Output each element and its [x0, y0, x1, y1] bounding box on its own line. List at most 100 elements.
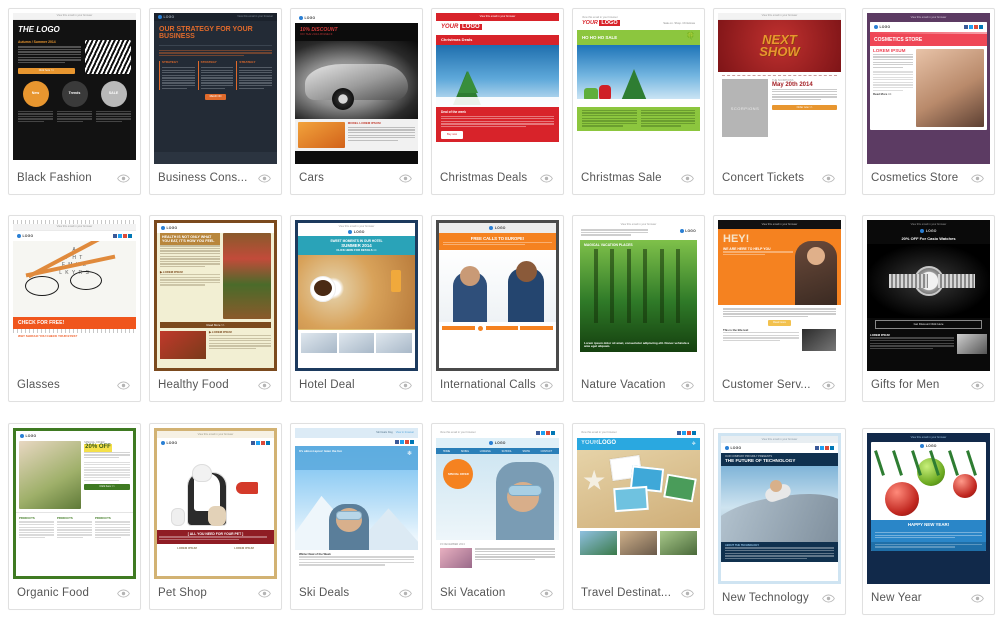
template-name-label: Ski Deals — [299, 587, 350, 599]
template-thumbnail-gifts-for-men[interactable]: View this email in your browser LOGO 20% O… — [867, 220, 990, 371]
template-name-label: Organic Food — [17, 587, 90, 599]
eye-icon[interactable] — [822, 592, 835, 605]
template-card-ski-deals[interactable]: Ski Deals blog View in browser It's almost… — [290, 423, 423, 610]
template-card-hotel-deal[interactable]: View this email in your browser LOGO SWEET… — [290, 215, 423, 402]
template-card-new-year[interactable]: View this email in your browser LOGO HAPPY… — [862, 428, 995, 615]
eye-icon[interactable] — [258, 379, 271, 392]
template-thumbnail-nature-vacation[interactable]: View this email in your browser LOGO MAGIC… — [577, 220, 700, 371]
eye-icon[interactable] — [971, 379, 984, 392]
template-thumbnail-customer-service[interactable]: View this email in your browser HEY! WE AR… — [718, 220, 841, 371]
template-card-business-consulting[interactable]: LOGO View this email in your browser OUR S… — [149, 8, 282, 195]
template-card-footer: Glasses — [9, 373, 140, 397]
template-name-label: Black Fashion — [17, 172, 92, 184]
template-name-label: Healthy Food — [158, 379, 229, 391]
template-name-label: Concert Tickets — [722, 172, 805, 184]
eye-icon[interactable] — [822, 379, 835, 392]
template-name-label: Hotel Deal — [299, 379, 355, 391]
template-card-new-technology[interactable]: View this email in your browser LOGO OUR C… — [713, 428, 846, 615]
template-thumbnail-new-technology[interactable]: View this email in your browser LOGO OUR C… — [718, 433, 841, 584]
eye-icon[interactable] — [258, 587, 271, 600]
template-name-label: New Year — [871, 592, 922, 604]
template-card-footer: Cosmetics Store — [863, 166, 994, 190]
eye-icon[interactable] — [681, 587, 694, 600]
template-thumbnail-international-calls[interactable]: LOGO FREE CALLS TO EUROPE! — [436, 220, 559, 371]
template-card-cars[interactable]: LOGO 10% DISCOUNT ON THE 2014 MODELS MODEL … — [290, 8, 423, 195]
template-card-footer: New Technology — [714, 586, 845, 610]
template-thumbnail-organic-food[interactable]: LOGO SPECIAL OFFER 20% OFF Click here >> PRO… — [13, 428, 136, 579]
template-name-label: New Technology — [722, 592, 809, 604]
template-card-christmas-sale[interactable]: View this email in your browser YOUR LOGO… — [572, 8, 705, 195]
template-thumbnail-ski-deals[interactable]: Ski Deals blog View in browser It's almost… — [295, 428, 418, 579]
template-card-footer: Cars — [291, 166, 422, 190]
eye-icon[interactable] — [540, 587, 553, 600]
template-thumbnail-new-year[interactable]: View this email in your browser LOGO HAPPY… — [867, 433, 990, 584]
template-thumbnail-business-consulting[interactable]: LOGO View this email in your browser OUR S… — [154, 13, 277, 164]
template-card-footer: Christmas Sale — [573, 166, 704, 190]
template-card-footer: Gifts for Men — [863, 373, 994, 397]
template-thumbnail-concert-tickets[interactable]: View this email in your browser NEXT SHOW S… — [718, 13, 841, 164]
template-card-international-calls[interactable]: LOGO FREE CALLS TO EUROPE! International C… — [431, 215, 564, 402]
template-thumbnail-glasses[interactable]: View this email in your browserLOGOAP H … — [13, 220, 136, 371]
template-name-label: Cars — [299, 172, 325, 184]
template-name-label: Business Cons... — [158, 172, 248, 184]
eye-icon[interactable] — [971, 172, 984, 185]
template-thumbnail-travel-destinations[interactable]: View this email in your browser YOURLOGO ✈ — [577, 428, 700, 579]
eye-icon[interactable] — [117, 587, 130, 600]
template-card-footer: Christmas Deals — [432, 166, 563, 190]
template-card-footer: New Year — [863, 586, 994, 610]
template-card-footer: Ski Deals — [291, 581, 422, 605]
template-card-footer: Organic Food — [9, 581, 140, 605]
eye-icon[interactable] — [681, 379, 694, 392]
template-card-christmas-deals[interactable]: View this email in your browser YOUR LOGO… — [431, 8, 564, 195]
template-thumbnail-hotel-deal[interactable]: View this email in your browser LOGO SWEET… — [295, 220, 418, 371]
template-thumbnail-black-fashion[interactable]: View this email in your browser THE LOGO A… — [13, 13, 136, 164]
template-card-glasses[interactable]: View this email in your browserLOGOAP H … — [8, 215, 141, 402]
template-card-customer-service[interactable]: View this email in your browser HEY! WE AR… — [713, 215, 846, 402]
template-thumbnail-cosmetics-store[interactable]: View this email in your browser LOGO COSME… — [867, 13, 990, 164]
template-thumbnail-christmas-sale[interactable]: View this email in your browser YOUR LOGO… — [577, 13, 700, 164]
template-card-concert-tickets[interactable]: View this email in your browser NEXT SHOW S… — [713, 8, 846, 195]
eye-icon[interactable] — [399, 172, 412, 185]
template-card-footer: Customer Serv... — [714, 373, 845, 397]
template-card-footer: Concert Tickets — [714, 166, 845, 190]
template-card-footer: Business Cons... — [150, 166, 281, 190]
eye-icon[interactable] — [399, 379, 412, 392]
template-name-label: Gifts for Men — [871, 379, 940, 391]
eye-icon[interactable] — [540, 379, 553, 392]
eye-icon[interactable] — [971, 592, 984, 605]
template-name-label: Customer Serv... — [722, 379, 811, 391]
template-card-footer: Nature Vacation — [573, 373, 704, 397]
template-name-label: Christmas Deals — [440, 172, 528, 184]
eye-icon[interactable] — [540, 172, 553, 185]
template-card-footer: Ski Vacation — [432, 581, 563, 605]
eye-icon[interactable] — [258, 172, 271, 185]
template-card-travel-destinations[interactable]: View this email in your browser YOURLOGO ✈… — [572, 423, 705, 610]
template-card-ski-vacation[interactable]: View this email in your browser LOGO HOME S… — [431, 423, 564, 610]
template-card-footer: Healthy Food — [150, 373, 281, 397]
template-thumbnail-cars[interactable]: LOGO 10% DISCOUNT ON THE 2014 MODELS MODEL … — [295, 13, 418, 164]
template-card-footer: Pet Shop — [150, 581, 281, 605]
template-card-black-fashion[interactable]: View this email in your browser THE LOGO A… — [8, 8, 141, 195]
eye-icon[interactable] — [822, 172, 835, 185]
template-name-label: International Calls — [440, 379, 536, 391]
eye-icon[interactable] — [117, 172, 130, 185]
template-card-footer: Travel Destinat... — [573, 581, 704, 605]
template-thumbnail-ski-vacation[interactable]: View this email in your browser LOGO HOME S… — [436, 428, 559, 579]
template-thumbnail-healthy-food[interactable]: LOGO HEALTH IS NOT ONLY WHAT YOU EAT, IT'… — [154, 220, 277, 371]
template-card-cosmetics-store[interactable]: View this email in your browser LOGO COSME… — [862, 8, 995, 195]
template-name-label: Ski Vacation — [440, 587, 506, 599]
template-card-healthy-food[interactable]: LOGO HEALTH IS NOT ONLY WHAT YOU EAT, IT'… — [149, 215, 282, 402]
template-card-footer: International Calls — [432, 373, 563, 397]
template-name-label: Christmas Sale — [581, 172, 662, 184]
template-card-gifts-for-men[interactable]: View this email in your browser LOGO 20% O… — [862, 215, 995, 402]
template-card-pet-shop[interactable]: View this email in your browser LOGO[ ALL… — [149, 423, 282, 610]
eye-icon[interactable] — [117, 379, 130, 392]
template-card-nature-vacation[interactable]: View this email in your browser LOGO MAGIC… — [572, 215, 705, 402]
template-card-footer: Black Fashion — [9, 166, 140, 190]
template-thumbnail-pet-shop[interactable]: View this email in your browser LOGO[ ALL… — [154, 428, 277, 579]
template-name-label: Glasses — [17, 379, 60, 391]
template-card-organic-food[interactable]: LOGO SPECIAL OFFER 20% OFF Click here >> PRO… — [8, 423, 141, 610]
eye-icon[interactable] — [399, 587, 412, 600]
template-thumbnail-christmas-deals[interactable]: View this email in your browser YOUR LOGO… — [436, 13, 559, 164]
eye-icon[interactable] — [681, 172, 694, 185]
